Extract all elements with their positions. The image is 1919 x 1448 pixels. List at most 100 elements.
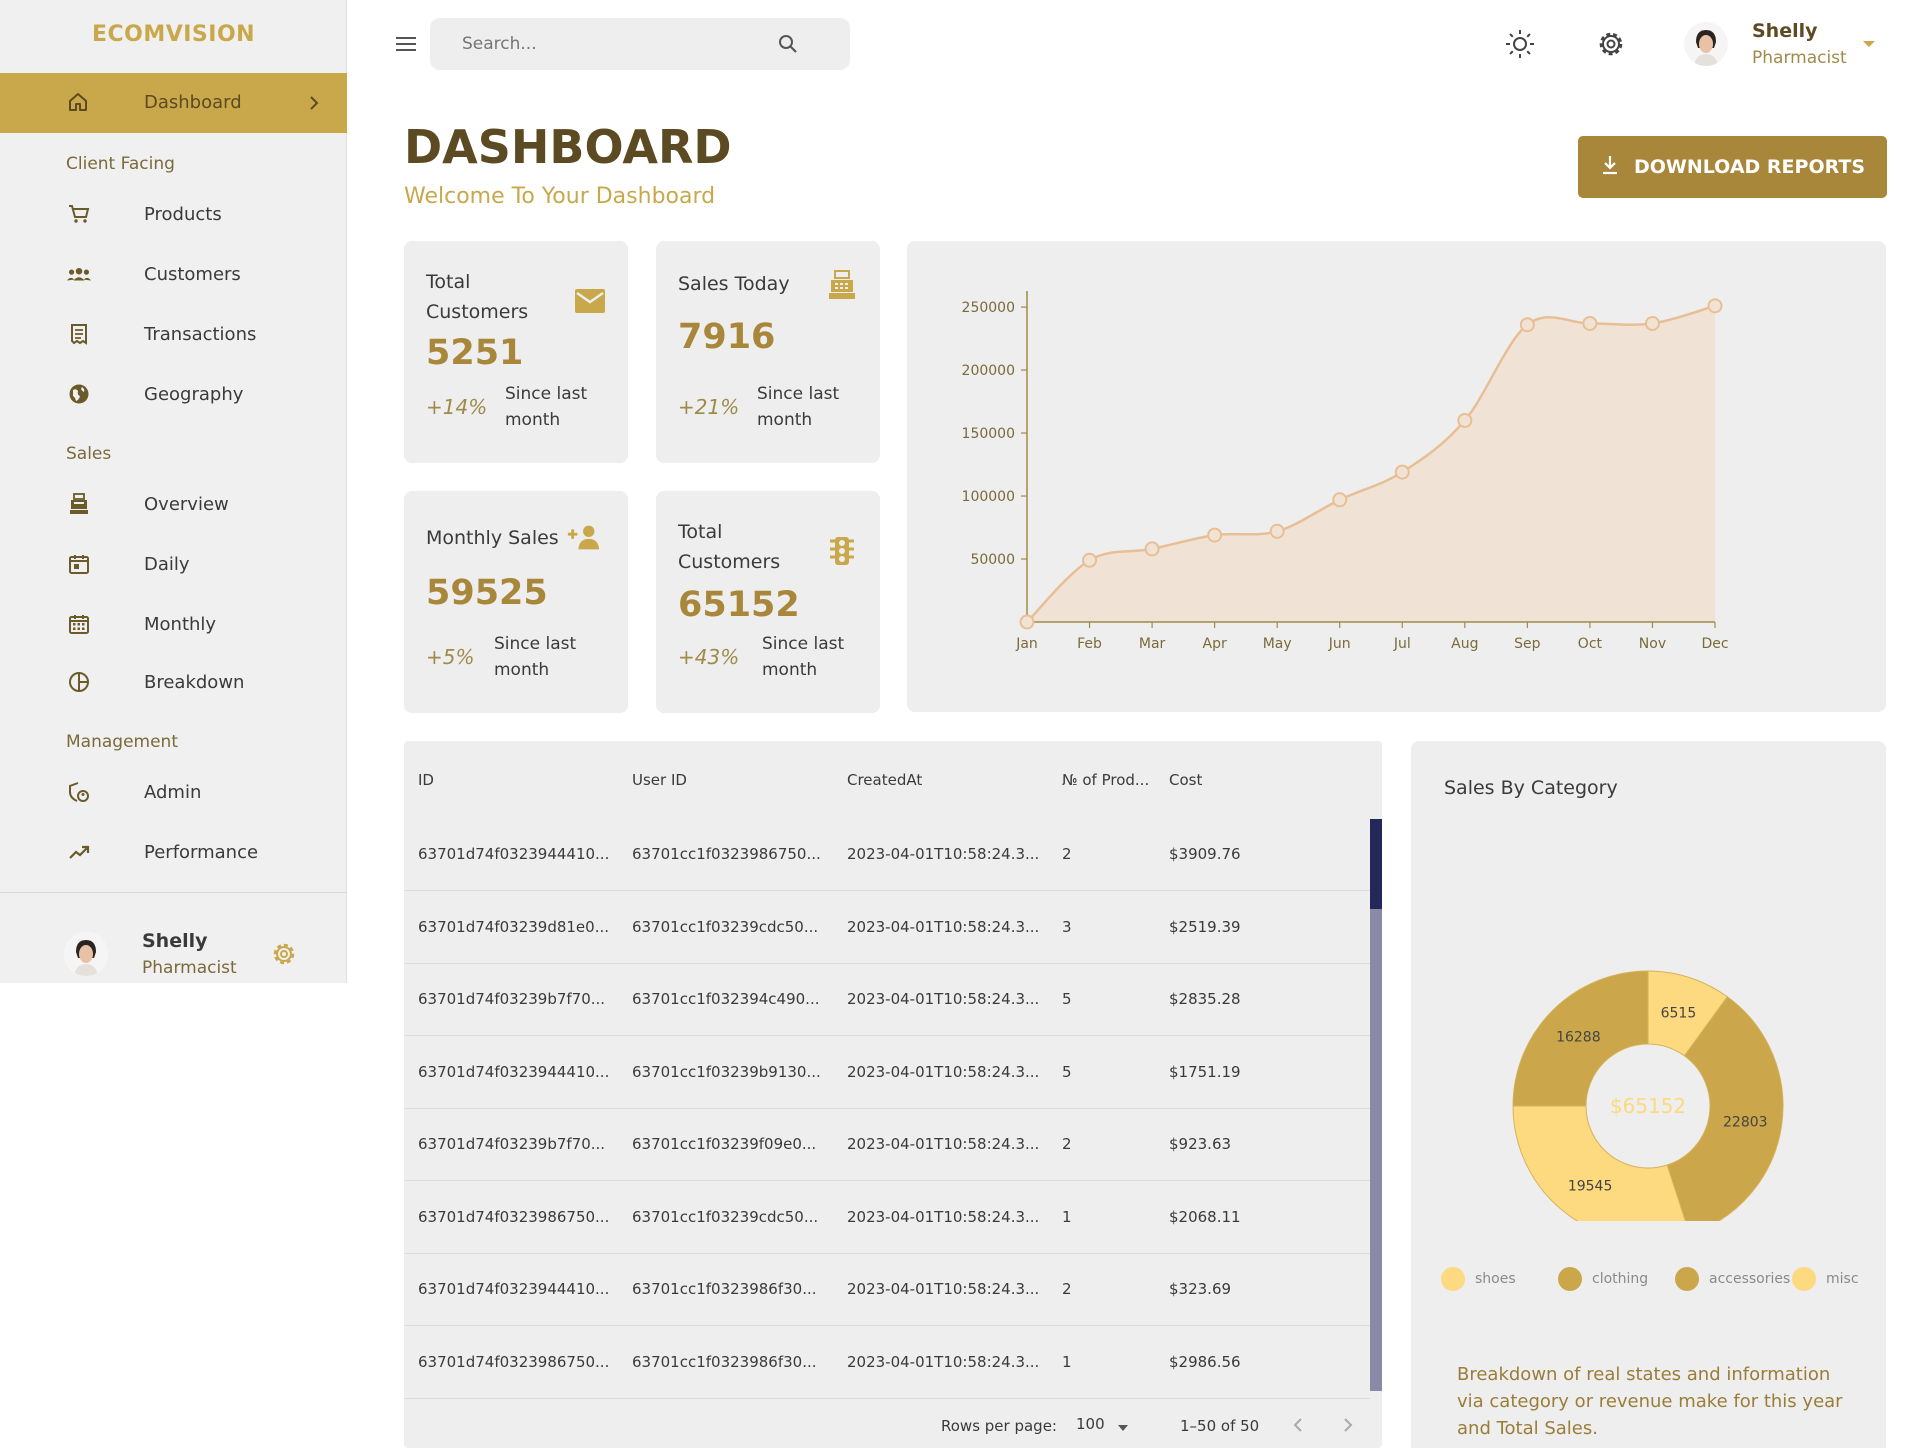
table-cell: $2986.56 <box>1169 1352 1241 1371</box>
legend-item-misc[interactable]: misc <box>1792 1267 1859 1291</box>
brand-logo[interactable]: ECOMVISION <box>0 22 347 47</box>
sidebar-item-overview[interactable]: Overview <box>0 480 347 528</box>
data-point <box>1457 412 1473 428</box>
gear-icon[interactable] <box>268 938 300 974</box>
table-cell: 63701cc1f03239cdc50... <box>632 917 819 936</box>
sidebar-item-label: Overview <box>144 493 229 515</box>
download-reports-button[interactable]: DOWNLOAD REPORTS <box>1578 136 1887 198</box>
traffic-icon <box>824 533 860 569</box>
table-cell: 2 <box>1062 845 1072 863</box>
prev-page-icon[interactable] <box>1291 1415 1305 1439</box>
sidebar-item-label: Geography <box>144 383 244 405</box>
column-header-created-at[interactable]: CreatedAt <box>847 771 922 789</box>
column-header-user-id[interactable]: User ID <box>632 771 687 789</box>
group-icon <box>66 261 92 287</box>
y-tick-label: 150000 <box>962 426 1015 442</box>
sidebar-item-label: Customers <box>144 263 241 285</box>
table-cell: 2023-04-01T10:58:24.3... <box>847 1135 1040 1153</box>
legend-item-shoes[interactable]: shoes <box>1441 1267 1516 1291</box>
stat-since: Since last month <box>762 634 845 680</box>
table-cell: 63701cc1f0323986f30... <box>632 1280 817 1298</box>
stat-percent: +43% <box>678 645 740 669</box>
table-row[interactable]: 63701d74f0323944410... 63701cc1f032398675… <box>404 819 1370 891</box>
stat-since: Since last month <box>505 384 588 430</box>
table-row[interactable]: 63701d74f0323986750... 63701cc1f03239cdc5… <box>404 1182 1370 1254</box>
legend-item-clothing[interactable]: clothing <box>1558 1267 1648 1291</box>
section-title-client-facing: Client Facing <box>66 154 175 174</box>
search-bar <box>430 18 850 70</box>
table-cell: 2 <box>1062 1135 1072 1153</box>
table-cell: 63701d74f0323944410... <box>418 1062 610 1081</box>
stat-value: 5251 <box>426 333 524 373</box>
data-point <box>1019 614 1035 630</box>
stat-title: Total Customers <box>426 271 529 323</box>
chevron-right-icon <box>304 91 324 119</box>
table-row[interactable]: 63701d74f03239d81e0... 63701cc1f03239cdc5… <box>404 892 1370 964</box>
sidebar-item-monthly[interactable]: Monthly <box>0 600 347 648</box>
sidebar-item-label: Transactions <box>144 323 257 345</box>
sidebar-item-performance[interactable]: Performance <box>0 828 347 876</box>
sidebar-item-admin[interactable]: Admin <box>0 768 347 816</box>
column-header-products[interactable]: № of Prod... <box>1062 771 1149 789</box>
stat-title: Total Customers <box>678 521 781 573</box>
search-input[interactable] <box>462 32 762 56</box>
table-cell: $3909.76 <box>1169 845 1241 863</box>
sidebar-item-products[interactable]: Products <box>0 190 347 238</box>
data-point <box>1644 315 1660 331</box>
table-row[interactable]: 63701d74f0323944410... 63701cc1f0323986f3… <box>404 1254 1370 1326</box>
data-point <box>1519 317 1535 333</box>
table-cell: 63701cc1f03239f09e0... <box>632 1135 817 1153</box>
slice-label: 19545 <box>1568 1179 1613 1195</box>
data-point <box>1394 464 1410 480</box>
sidebar-item-dashboard[interactable]: Dashboard <box>0 73 347 133</box>
x-tick-label: Dec <box>1701 636 1728 652</box>
sales-by-category-panel: Sales By Category 6515 22803 19545 16288 $65… <box>1411 741 1886 1448</box>
calendar-day-icon <box>66 551 92 577</box>
table-row[interactable]: 63701d74f03239b7f70... 63701cc1f03239f09e… <box>404 1109 1370 1181</box>
area-fill <box>1027 305 1715 622</box>
column-header-id[interactable]: ID <box>418 771 434 789</box>
sidebar-item-customers[interactable]: Customers <box>0 250 347 298</box>
sidebar-divider <box>0 892 347 893</box>
table-cell: 5 <box>1062 1062 1072 1081</box>
legend-dot <box>1558 1267 1582 1291</box>
table-cell: 63701d74f03239b7f70... <box>418 990 606 1008</box>
table-row[interactable]: 63701d74f03239b7f70... 63701cc1f032394c49… <box>404 964 1370 1036</box>
theme-toggle-icon[interactable] <box>1502 26 1538 62</box>
column-header-cost[interactable]: Cost <box>1169 771 1202 789</box>
sidebar-item-breakdown[interactable]: Breakdown <box>0 658 347 706</box>
sidebar-item-geography[interactable]: Geography <box>0 370 347 418</box>
rows-per-page-select[interactable]: 100 <box>1076 1415 1128 1433</box>
app-root: ECOMVISION Dashboard Client Facing Produ… <box>0 0 1919 1448</box>
legend-label: accessories <box>1709 1271 1791 1287</box>
chevron-down-icon[interactable] <box>1860 36 1878 55</box>
avatar[interactable] <box>64 932 108 976</box>
page-title: DASHBOARD <box>404 120 732 174</box>
table-cell: 63701d74f0323944410... <box>418 845 610 863</box>
next-page-icon[interactable] <box>1341 1415 1355 1439</box>
sidebar: ECOMVISION Dashboard Client Facing Produ… <box>0 0 347 983</box>
legend-label: shoes <box>1475 1271 1516 1287</box>
settings-icon[interactable] <box>1593 26 1629 62</box>
legend-item-accessories[interactable]: accessories <box>1675 1267 1790 1291</box>
table-cell: 5 <box>1062 990 1072 1008</box>
page-subtitle: Welcome To Your Dashboard <box>404 184 716 209</box>
sidebar-item-transactions[interactable]: Transactions <box>0 310 347 358</box>
slice-label: 22803 <box>1723 1114 1768 1130</box>
table-cell: 63701cc1f03239b9130... <box>632 1062 821 1081</box>
top-avatar[interactable] <box>1684 22 1728 66</box>
menu-icon[interactable] <box>392 30 420 58</box>
pie-chart-svg: 6515 22803 19545 16288 $65152 <box>1512 970 1784 1221</box>
data-point <box>1707 298 1723 314</box>
table-row[interactable]: 63701d74f0323944410... 63701cc1f03239b913… <box>404 1037 1370 1109</box>
table-scrollbar-thumb[interactable] <box>1370 819 1382 909</box>
search-icon[interactable] <box>776 32 800 60</box>
download-icon <box>1600 154 1620 181</box>
table-cell: 2023-04-01T10:58:24.3... <box>847 990 1040 1008</box>
point-of-sale-icon <box>824 267 860 303</box>
stat-card-total-customers-2: Total Customers 65152 +43% Since last mont… <box>656 491 880 713</box>
sidebar-item-daily[interactable]: Daily <box>0 540 347 588</box>
sidebar-user-role: Pharmacist <box>142 958 237 978</box>
table-cell: 63701d74f03239d81e0... <box>418 917 610 936</box>
table-row[interactable]: 63701d74f0323986750... 63701cc1f0323986f3… <box>404 1327 1370 1399</box>
